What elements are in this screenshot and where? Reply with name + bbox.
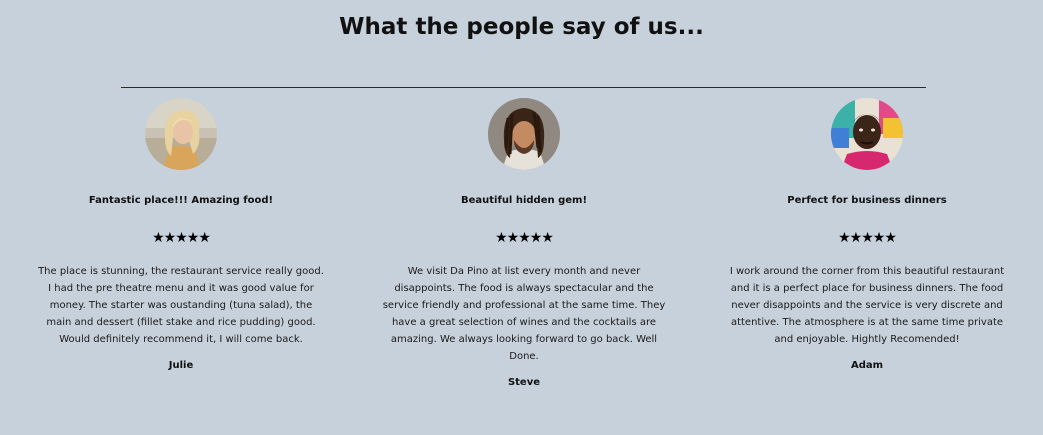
star-rating-icon: ★★★★★ — [495, 230, 554, 246]
review-title: Perfect for business dinners — [787, 195, 947, 206]
review-text: I work around the corner from this beaut… — [729, 266, 1005, 345]
review-card: Perfect for business dinners ★★★★★ I wor… — [722, 98, 1012, 373]
woman-portrait-icon — [145, 98, 217, 170]
star-rating-icon: ★★★★★ — [838, 230, 897, 246]
section-heading: What the people say of us... — [339, 14, 704, 40]
review-card: Beautiful hidden gem! ★★★★★ We visit Da … — [379, 98, 669, 390]
man-colorful-portrait-icon — [831, 98, 903, 170]
review-author: Steve — [507, 377, 541, 388]
review-text: The place is stunning, the restaurant se… — [38, 266, 324, 345]
review-text: We visit Da Pino at list every month and… — [382, 266, 666, 362]
section-divider — [121, 87, 926, 88]
review-author: Julie — [168, 360, 194, 371]
review-card: Fantastic place!!! Amazing food! ★★★★★ T… — [36, 98, 326, 373]
review-author: Adam — [850, 360, 884, 371]
star-rating-icon: ★★★★★ — [152, 230, 211, 246]
review-title: Beautiful hidden gem! — [460, 195, 588, 206]
review-title: Fantastic place!!! Amazing food! — [88, 195, 274, 206]
man-dreadlocks-portrait-icon — [488, 98, 560, 170]
